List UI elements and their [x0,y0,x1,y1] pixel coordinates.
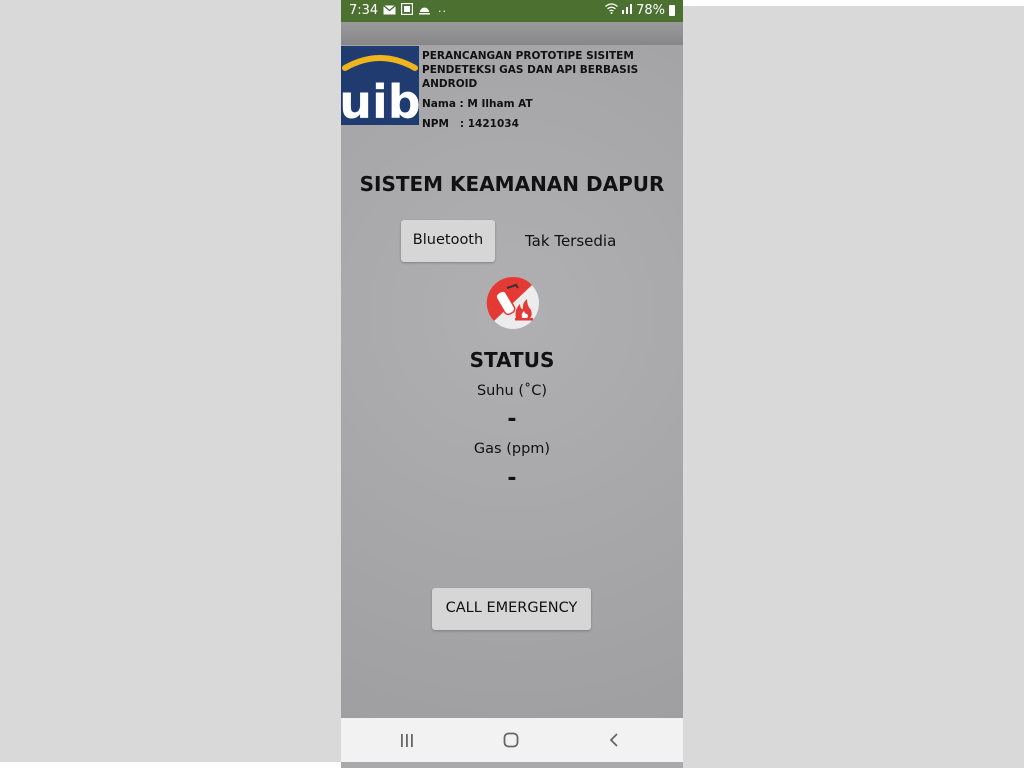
suhu-label: Suhu (˚C) [476,383,548,399]
status-right: 78% [605,3,675,18]
action-bar [341,22,683,45]
recent-apps-icon [401,734,413,747]
gas-value: - [507,466,517,491]
project-title-line1: PERANCANGAN PROTOTIPE SISITEM [422,50,634,62]
more-notifications: ·· [438,4,447,18]
battery-percent: 78% [636,3,665,18]
call-emergency-button[interactable]: CALL EMERGENCY [432,588,591,630]
fire-extinguisher-icon [486,276,540,330]
system-nav-bar [341,718,683,762]
uib-logo: uib [341,46,419,125]
bluetooth-status: Tak Tersedia [525,232,617,250]
battery-icon [669,5,675,16]
signal-icon [622,3,633,18]
status-time: 7:34 [349,3,379,18]
student-npm: NPM : 1421034 [422,118,519,130]
bluetooth-button[interactable]: Bluetooth [401,220,495,262]
suhu-value: - [507,407,517,432]
home-button[interactable] [491,726,531,754]
weather-icon [418,4,431,19]
back-icon [609,733,618,747]
status-title: STATUS [469,348,555,372]
recent-apps-button[interactable] [387,726,427,754]
gallery-icon [400,2,414,19]
gas-label: Gas (ppm) [473,441,551,457]
home-icon [503,732,519,748]
back-button[interactable] [594,726,634,754]
logo-text: uib [341,75,419,125]
notification-icons: ·· [381,2,447,19]
status-bar: 7:34 ·· 78% [341,0,683,22]
student-name: Nama : M Ilham AT [422,98,533,110]
right-backdrop [683,6,1024,768]
mail-icon [383,4,396,19]
phone-screen: 7:34 ·· 78% uib PERANCANGAN PROTOTIPE SI… [341,0,683,768]
page-title: SISTEM KEAMANAN DAPUR [359,172,665,196]
left-backdrop [0,0,341,762]
main-content: uib PERANCANGAN PROTOTIPE SISITEM PENDET… [341,45,683,718]
project-title-line2: PENDETEKSI GAS DAN API BERBASIS ANDROID [422,64,639,90]
header-info: PERANCANGAN PROTOTIPE SISITEM PENDETEKSI… [422,49,680,131]
wifi-icon [605,3,619,18]
